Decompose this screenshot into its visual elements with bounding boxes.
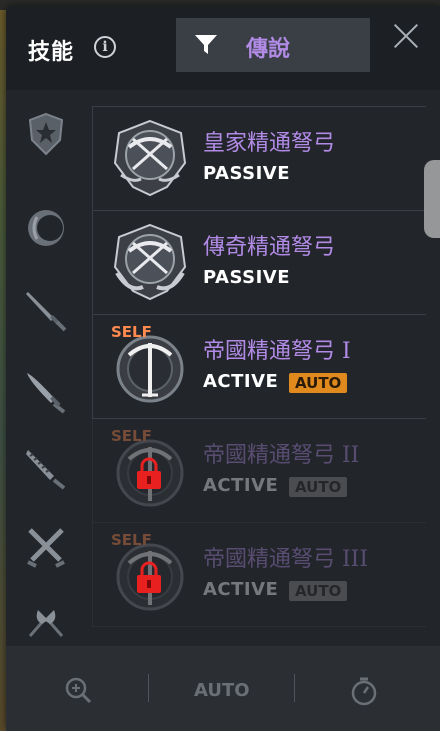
category-shield[interactable] — [22, 110, 70, 158]
skill-row[interactable]: 傳奇精通弩弓 PASSIVE — [92, 211, 426, 315]
auto-badge: AUTO — [289, 581, 348, 601]
self-tag: SELF — [111, 323, 152, 341]
auto-toggle-button[interactable]: AUTO — [194, 680, 250, 701]
panel-footer: AUTO — [6, 646, 440, 731]
ring-icon — [28, 210, 64, 246]
filter-label: 傳說 — [246, 37, 291, 62]
category-axes[interactable] — [22, 596, 70, 644]
skill-name: 帝國精通弩弓 III — [203, 547, 369, 572]
category-blade[interactable] — [22, 368, 70, 416]
filter-icon — [195, 35, 217, 54]
skill-type: ACTIVE — [203, 475, 279, 496]
skill-name: 皇家精通弩弓 — [203, 131, 336, 156]
panel-title: 技能 — [28, 40, 75, 65]
footer-divider — [294, 674, 295, 702]
footer-divider — [148, 674, 149, 702]
zoom-in-icon[interactable] — [64, 676, 92, 704]
scroll-handle[interactable] — [424, 160, 440, 238]
skills-panel: 技能 i 傳說 皇家精通弩弓 PASSIVE 傳奇精通弩弓 PASSIVE SE… — [6, 6, 440, 731]
category-ring[interactable] — [22, 204, 70, 252]
skill-type: PASSIVE — [203, 163, 291, 184]
category-serrated-blade[interactable] — [22, 444, 70, 492]
blade-icon — [27, 373, 66, 414]
close-icon[interactable] — [390, 20, 422, 52]
category-sidebar — [6, 106, 90, 637]
self-tag: SELF — [111, 427, 152, 445]
skill-list: 皇家精通弩弓 PASSIVE 傳奇精通弩弓 PASSIVE SELF 帝國精通弩… — [92, 106, 426, 637]
crossbow-emblem-icon — [113, 119, 187, 197]
auto-badge: AUTO — [289, 373, 348, 393]
skill-name: 帝國精通弩弓 II — [203, 443, 360, 468]
skill-row[interactable]: SELF 帝國精通弩弓 I ACTIVE AUTO — [92, 315, 426, 419]
skill-name: 帝國精通弩弓 I — [203, 339, 351, 364]
category-dagger[interactable] — [22, 286, 70, 334]
skill-type: PASSIVE — [203, 267, 291, 288]
self-tag: SELF — [111, 531, 152, 549]
serrated-blade-icon — [26, 450, 66, 490]
filter-button[interactable]: 傳說 — [176, 18, 370, 72]
crossed-swords-icon — [27, 528, 65, 568]
lock-icon — [137, 457, 161, 489]
crossbow-emblem-icon — [113, 223, 187, 301]
shield-icon — [28, 112, 64, 156]
skill-name: 傳奇精通弩弓 — [203, 235, 336, 260]
panel-header: 技能 i 傳說 — [6, 6, 440, 90]
category-crossed-swords[interactable] — [22, 524, 70, 572]
auto-badge: AUTO — [289, 477, 348, 497]
timer-icon[interactable] — [350, 676, 378, 706]
skill-type: ACTIVE — [203, 579, 279, 600]
dagger-icon — [26, 292, 67, 332]
axes-icon — [28, 610, 64, 637]
skill-row[interactable]: 皇家精通弩弓 PASSIVE — [92, 107, 426, 211]
info-icon[interactable]: i — [94, 36, 116, 58]
skill-type: ACTIVE — [203, 371, 279, 392]
lock-icon — [137, 561, 161, 593]
